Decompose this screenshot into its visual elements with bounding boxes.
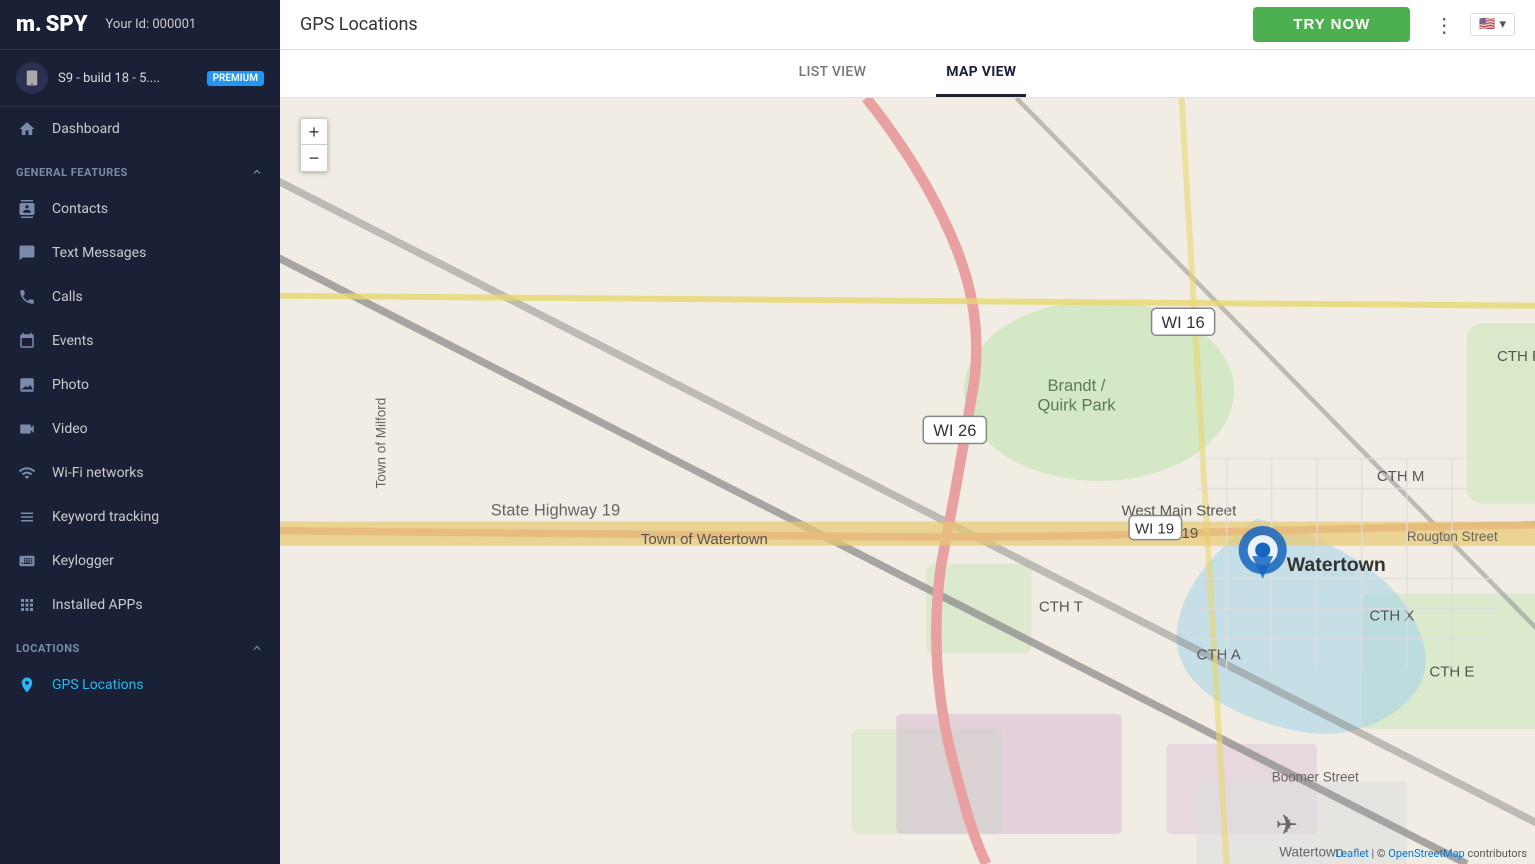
svg-text:Rougton Street: Rougton Street [1407, 529, 1498, 544]
chevron-up-icon-locations [250, 641, 264, 655]
gps-icon [16, 674, 38, 696]
keylogger-label: Keylogger [52, 553, 114, 569]
general-features-label: GENERAL FEATURES [16, 166, 128, 179]
logo: m.SPY [16, 12, 88, 37]
premium-badge: PREMIUM [207, 71, 264, 86]
sidebar-item-calls[interactable]: Calls [0, 275, 280, 319]
language-selector[interactable]: 🇺🇸 ▾ [1470, 13, 1515, 36]
locations-header[interactable]: LOCATIONS [0, 627, 280, 663]
photo-icon [16, 374, 38, 396]
video-label: Video [52, 421, 88, 437]
sidebar-item-keylogger[interactable]: Keylogger [0, 539, 280, 583]
installed-apps-icon [16, 594, 38, 616]
tab-list-view[interactable]: LIST VIEW [789, 50, 877, 97]
svg-text:State Highway 19: State Highway 19 [491, 501, 620, 520]
svg-text:WI 26: WI 26 [933, 421, 976, 440]
svg-text:CTH T: CTH T [1039, 599, 1083, 616]
contacts-label: Contacts [52, 201, 108, 217]
map-svg: State Highway 19 Town of Watertown West … [280, 98, 1535, 864]
sidebar-item-gps-locations[interactable]: GPS Locations [0, 663, 280, 707]
sidebar-item-wifi[interactable]: Wi-Fi networks [0, 451, 280, 495]
keyword-icon [16, 506, 38, 528]
sidebar-item-installed-apps[interactable]: Installed APPs [0, 583, 280, 627]
sidebar-item-events[interactable]: Events [0, 319, 280, 363]
svg-text:Boomer Street: Boomer Street [1272, 769, 1359, 784]
map-container: + − [280, 98, 1535, 864]
sidebar-item-video[interactable]: Video [0, 407, 280, 451]
text-messages-icon [16, 242, 38, 264]
svg-text:Watertown: Watertown [1287, 554, 1386, 576]
tabs-bar: LIST VIEW MAP VIEW [280, 50, 1535, 98]
svg-text:Town of Milford: Town of Milford [374, 398, 389, 489]
zoom-controls: + − [300, 118, 328, 172]
keylogger-icon [16, 550, 38, 572]
map-attribution: Leaflet | © OpenStreetMap contributors [1335, 847, 1527, 860]
calls-icon [16, 286, 38, 308]
chevron-up-icon [250, 165, 264, 179]
flag-icon: 🇺🇸 [1479, 17, 1495, 32]
osm-link[interactable]: OpenStreetMap [1388, 847, 1464, 860]
svg-text:Brandt /: Brandt / [1048, 376, 1106, 395]
contacts-icon [16, 198, 38, 220]
svg-text:Quirk Park: Quirk Park [1037, 395, 1116, 414]
user-id: Your Id: 000001 [106, 17, 197, 32]
keyword-tracking-label: Keyword tracking [52, 509, 159, 525]
home-icon [16, 118, 38, 140]
page-title: GPS Locations [300, 14, 1253, 35]
zoom-out-button[interactable]: − [301, 145, 327, 171]
events-icon [16, 330, 38, 352]
more-options-icon[interactable]: ⋮ [1430, 9, 1458, 41]
sidebar-item-text-messages[interactable]: Text Messages [0, 231, 280, 275]
tab-map-view[interactable]: MAP VIEW [936, 50, 1026, 97]
text-messages-label: Text Messages [52, 245, 146, 261]
sidebar-item-photo[interactable]: Photo [0, 363, 280, 407]
events-label: Events [52, 333, 93, 349]
attribution-separator: | © [1372, 847, 1389, 860]
locations-label: LOCATIONS [16, 642, 80, 655]
calls-label: Calls [52, 289, 83, 305]
photo-label: Photo [52, 377, 89, 393]
wifi-icon [16, 462, 38, 484]
installed-apps-label: Installed APPs [52, 597, 143, 613]
svg-text:Watertown: Watertown [1279, 844, 1343, 859]
logo-m: m. [16, 12, 42, 37]
sidebar: m.SPY Your Id: 000001 S9 - build 18 - 5.… [0, 0, 280, 864]
svg-text:CTH R: CTH R [1497, 348, 1535, 365]
try-now-button[interactable]: TRY NOW [1253, 7, 1410, 42]
svg-text:CTH A: CTH A [1197, 647, 1241, 664]
video-icon [16, 418, 38, 440]
general-features-header[interactable]: GENERAL FEATURES [0, 151, 280, 187]
topbar-right: ⋮ 🇺🇸 ▾ [1430, 9, 1515, 41]
svg-text:WI 19: WI 19 [1135, 521, 1174, 538]
device-name: S9 - build 18 - 5.... [58, 71, 197, 86]
sidebar-item-keyword-tracking[interactable]: Keyword tracking [0, 495, 280, 539]
device-bar: S9 - build 18 - 5.... PREMIUM [0, 50, 280, 107]
svg-text:WI 16: WI 16 [1162, 313, 1205, 332]
svg-text:CTH M: CTH M [1377, 468, 1424, 485]
wifi-label: Wi-Fi networks [52, 465, 144, 481]
dashboard-label: Dashboard [52, 121, 120, 137]
gps-locations-label: GPS Locations [52, 677, 144, 693]
leaflet-link[interactable]: Leaflet [1335, 847, 1368, 860]
device-icon [16, 62, 48, 94]
sidebar-item-contacts[interactable]: Contacts [0, 187, 280, 231]
svg-text:Town of Watertown: Town of Watertown [641, 531, 768, 548]
chevron-down-icon: ▾ [1499, 17, 1506, 32]
main-topbar: GPS Locations TRY NOW ⋮ 🇺🇸 ▾ [280, 0, 1535, 50]
sidebar-item-dashboard[interactable]: Dashboard [0, 107, 280, 151]
sidebar-topbar: m.SPY Your Id: 000001 [0, 0, 280, 50]
zoom-in-button[interactable]: + [301, 119, 327, 145]
logo-spy: SPY [46, 12, 88, 37]
main-content: GPS Locations TRY NOW ⋮ 🇺🇸 ▾ LIST VIEW M… [280, 0, 1535, 864]
svg-text:✈: ✈ [1275, 810, 1298, 840]
attribution-contributors: contributors [1467, 847, 1527, 860]
